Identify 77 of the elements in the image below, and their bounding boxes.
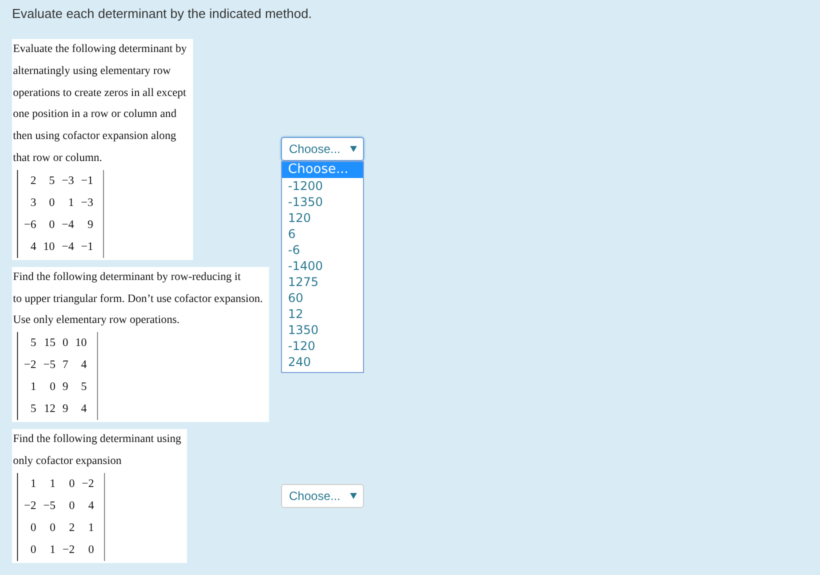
matrix-entry: 1 [48, 542, 56, 558]
matrix-entry: 0 [48, 520, 56, 536]
matrix-entry: 0 [87, 542, 94, 558]
matrix-entry: 5 [48, 174, 55, 189]
matrix-entry: 5 [30, 402, 36, 418]
matrix-entry: 0 [48, 218, 55, 233]
problem-text: Find the following determinant using [13, 432, 182, 448]
problem-text: to upper triangular form. Don’t use cofactor expansion. [13, 292, 263, 307]
matrix-entry: 1 [87, 520, 94, 536]
matrix-entry: −2 [62, 542, 75, 558]
matrix-entry: 0 [30, 520, 36, 536]
answer-dropdown[interactable]: Choose... [281, 484, 364, 508]
matrix-entry: 5 [80, 380, 87, 396]
matrix-entry: 2 [30, 174, 36, 189]
matrix-entry: 4 [80, 358, 87, 374]
matrix-entry: 2 [68, 520, 75, 536]
matrix-entry: 5 [30, 336, 36, 352]
matrix-entry: −5 [43, 498, 56, 514]
dropdown-option[interactable]: -1200 [282, 178, 363, 194]
matrix-entry: 15 [43, 336, 56, 352]
problem-text: only cofactor expansion [13, 454, 123, 469]
matrix-entry: −2 [82, 476, 94, 492]
dropdown-option[interactable]: 12 [282, 306, 363, 322]
dropdown-option[interactable]: -1400 [282, 258, 363, 274]
matrix-entry: −1 [81, 240, 94, 255]
dropdown-option[interactable]: -6 [282, 242, 363, 258]
matrix-entry: 1 [30, 476, 36, 492]
problem-text: alternatingly using elementary row [13, 64, 172, 79]
caret-icon [350, 146, 357, 152]
matrix-entry: −4 [62, 218, 74, 233]
dropdown-option[interactable]: 6 [282, 226, 363, 242]
problem-text: Find the following determinant by row-reducing it [13, 270, 242, 285]
matrix-entry: 1 [67, 196, 74, 211]
matrix-entry: 4 [30, 240, 36, 255]
dropdown-option[interactable]: 120 [282, 210, 363, 226]
problem-text: that row or column. [13, 150, 104, 166]
dropdown-option[interactable]: -120 [282, 338, 363, 354]
matrix-entry: 0 [30, 542, 36, 558]
matrix-entry: 1 [30, 380, 36, 396]
dropdown-option[interactable]: 240 [282, 354, 363, 370]
matrix-entry: −6 [24, 218, 36, 233]
problem-text: one position in a row or column and [13, 107, 178, 122]
matrix-entry: −2 [24, 358, 36, 374]
problem-text: then using cofactor expansion along [13, 129, 178, 144]
matrix-entry: 0 [48, 196, 55, 211]
matrix-entry: 12 [43, 402, 56, 418]
dropdown-option[interactable]: Choose... [282, 162, 363, 178]
dropdown-option[interactable]: -1350 [282, 194, 363, 210]
matrix-entry: 0 [62, 336, 68, 352]
matrix-entry: 10 [75, 336, 87, 352]
matrix-entry: 4 [87, 498, 94, 514]
matrix-entry: 10 [43, 240, 55, 255]
matrix-entry: 3 [30, 196, 36, 211]
problem-text: Use only elementary row operations. [13, 313, 181, 328]
matrix-entry: −2 [24, 498, 36, 514]
matrix-entry: 9 [62, 380, 68, 396]
problem-text: operations to create zeros in all except [13, 86, 187, 101]
matrix-entry: −4 [62, 240, 74, 255]
matrix-entry: −1 [81, 174, 94, 189]
problem-text: Evaluate the following determinant by [13, 42, 187, 57]
matrix-entry: 1 [48, 476, 56, 492]
answer-dropdown[interactable]: Choose... [281, 137, 364, 162]
instructions-heading: Evaluate each determinant by the indicated method. [12, 5, 313, 23]
matrix-entry: 4 [80, 402, 87, 418]
matrix-entry: 0 [68, 498, 75, 514]
matrix-entry: −3 [81, 196, 94, 211]
matrix-entry: 7 [62, 358, 68, 374]
dropdown-option[interactable]: 1350 [282, 322, 363, 338]
matrix-entry: 0 [48, 380, 56, 396]
caret-icon [350, 492, 357, 499]
dropdown-option[interactable]: 1275 [282, 274, 363, 290]
matrix-entry: −3 [62, 174, 74, 189]
matrix-entry: 9 [62, 402, 68, 418]
dropdown-option[interactable]: 60 [282, 290, 363, 306]
matrix-entry: 9 [86, 218, 94, 233]
matrix-entry: −5 [43, 358, 56, 374]
matrix-entry: 0 [68, 476, 75, 492]
